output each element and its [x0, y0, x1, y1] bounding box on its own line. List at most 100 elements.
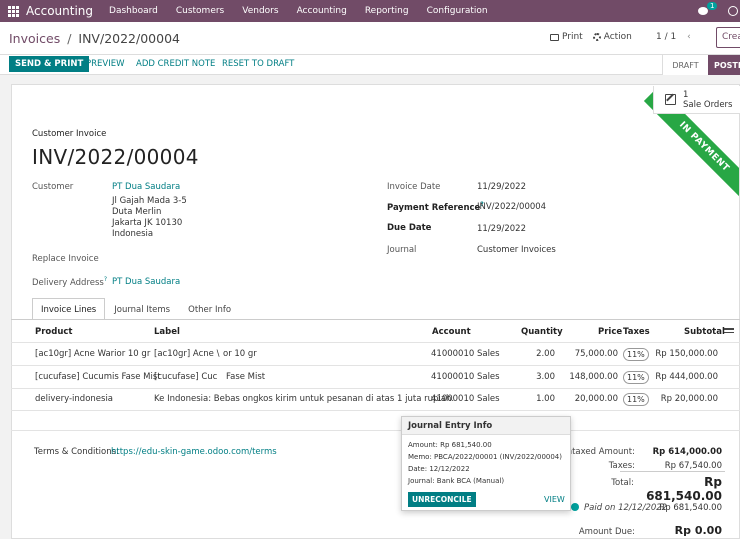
address-line: Indonesia	[112, 229, 154, 239]
terms-label: Terms & Conditions:	[34, 447, 119, 457]
row-divider	[11, 365, 740, 366]
breadcrumb: Invoices / INV/2022/00004	[9, 31, 180, 46]
menu-accounting[interactable]: Accounting	[297, 6, 347, 16]
delivery-address-label: Delivery Address?	[32, 276, 108, 288]
cell-account[interactable]: 41000010 Sales	[431, 394, 500, 404]
sale-orders-label: Sale Orders	[683, 99, 733, 110]
journal-value[interactable]: Customer Invoices	[477, 245, 556, 255]
pencil-icon	[665, 94, 676, 105]
menu-vendors[interactable]: Vendors	[242, 6, 278, 16]
print-label: Print	[562, 32, 583, 42]
send-print-button[interactable]: SEND & PRINT	[9, 56, 90, 72]
app-brand[interactable]: Accounting	[26, 4, 93, 18]
cell-price[interactable]: 20,000.00	[555, 394, 618, 404]
preview-button[interactable]: PREVIEW	[86, 59, 125, 69]
menu-configuration[interactable]: Configuration	[427, 6, 488, 16]
tab-invoice-lines[interactable]: Invoice Lines	[32, 298, 106, 320]
gear-icon	[592, 33, 601, 41]
sale-orders-smart-button[interactable]: 1 Sale Orders	[653, 86, 740, 114]
popover-title: Journal Entry Info	[402, 417, 570, 435]
delivery-address-link[interactable]: PT Dua Saudara	[112, 277, 180, 287]
invoice-date-label: Invoice Date	[387, 182, 441, 192]
breadcrumb-invoices[interactable]: Invoices	[9, 31, 60, 46]
popover-date: Date: 12/12/2022	[408, 465, 470, 473]
header-divider	[11, 342, 740, 343]
menu-reporting[interactable]: Reporting	[365, 6, 409, 16]
activity-clock-icon[interactable]	[728, 6, 738, 16]
apps-menu-icon[interactable]	[4, 0, 22, 22]
notebook-tabs: Invoice Lines Journal Items Other Info	[32, 298, 240, 320]
control-panel: Invoices / INV/2022/00004 Print Action 1…	[0, 22, 740, 55]
cell-subtotal: Rp 444,000.00	[655, 372, 718, 382]
col-label[interactable]: Label	[154, 327, 180, 337]
document-type: Customer Invoice	[32, 129, 107, 139]
action-button[interactable]: Action	[592, 32, 632, 42]
address-line: Jakarta JK 10130	[112, 218, 183, 228]
cell-price[interactable]: 75,000.00	[555, 349, 618, 359]
top-navbar: Accounting Dashboard Customers Vendors A…	[0, 0, 740, 22]
cell-label[interactable]: [ac10gr] Acne \	[154, 349, 219, 359]
cell-label[interactable]: Ke Indonesia: Bebas ongkos kirim untuk p…	[154, 394, 454, 404]
cell-price[interactable]: 148,000.00	[555, 372, 618, 382]
pager-arrows-icon[interactable]: ‹	[687, 32, 691, 42]
payment-reference-value[interactable]: INV/2022/00004	[477, 202, 546, 212]
payment-info-icon[interactable]	[571, 503, 579, 511]
menu-dashboard[interactable]: Dashboard	[109, 6, 158, 16]
cell-account[interactable]: 41000010 Sales	[431, 372, 500, 382]
reset-to-draft-button[interactable]: RESET TO DRAFT	[222, 59, 294, 69]
breadcrumb-current: INV/2022/00004	[78, 31, 180, 46]
cell-quantity[interactable]: 1.00	[510, 394, 555, 404]
footer-divider	[11, 430, 740, 431]
help-icon[interactable]: ?	[104, 276, 107, 283]
cell-product[interactable]: delivery-indonesia	[35, 394, 113, 404]
replace-invoice-label: Replace Invoice	[32, 254, 99, 264]
col-taxes[interactable]: Taxes	[623, 327, 650, 337]
row-divider	[11, 388, 740, 389]
terms-link[interactable]: https://edu-skin-game.odoo.com/terms	[111, 447, 277, 457]
popover-journal: Journal: Bank BCA (Manual)	[408, 477, 505, 485]
col-subtotal[interactable]: Subtotal	[684, 327, 725, 337]
menu-customers[interactable]: Customers	[176, 6, 224, 16]
col-product[interactable]: Product	[35, 327, 73, 337]
chat-icon[interactable]: 1	[698, 2, 718, 17]
cell-label-rest: Fase Mist	[226, 372, 266, 382]
due-date-value[interactable]: 11/29/2022	[477, 224, 526, 234]
col-quantity[interactable]: Quantity	[521, 327, 563, 337]
printer-icon	[550, 33, 559, 41]
view-button[interactable]: VIEW	[544, 495, 565, 504]
col-price[interactable]: Price	[598, 327, 622, 337]
cell-product[interactable]: [cucufase] Cucumis Fase Mist	[35, 372, 161, 382]
cell-quantity[interactable]: 3.00	[510, 372, 555, 382]
popover-memo: Memo: PBCA/2022/00001 (INV/2022/00004)	[408, 453, 562, 461]
add-credit-note-button[interactable]: ADD CREDIT NOTE	[136, 59, 215, 69]
pager-value: 1 / 1	[656, 32, 677, 42]
col-account[interactable]: Account	[432, 327, 471, 337]
tab-other-info[interactable]: Other Info	[179, 298, 240, 320]
invoice-date-value[interactable]: 11/29/2022	[477, 182, 526, 192]
cell-quantity[interactable]: 2.00	[510, 349, 555, 359]
column-settings-icon[interactable]	[724, 328, 734, 336]
due-date-label: Due Date	[387, 223, 432, 233]
journal-label: Journal	[387, 245, 417, 255]
create-button[interactable]: Crea	[716, 27, 740, 48]
breadcrumb-separator: /	[67, 31, 72, 46]
print-button[interactable]: Print	[550, 32, 583, 42]
unreconcile-button[interactable]: UNRECONCILE	[408, 492, 476, 507]
cell-product[interactable]: [ac10gr] Acne Warior 10 gr	[35, 349, 150, 359]
customer-link[interactable]: PT Dua Saudara	[112, 182, 180, 192]
tab-journal-items[interactable]: Journal Items	[105, 298, 179, 320]
row-divider	[11, 410, 740, 411]
cell-account[interactable]: 41000010 Sales	[431, 349, 500, 359]
cell-label-rest: or 10 gr	[223, 349, 257, 359]
invoice-number: INV/2022/00004	[32, 145, 199, 169]
taxes-value: Rp 67,540.00	[664, 461, 722, 471]
untaxed-amount-value: Rp 614,000.00	[652, 447, 722, 457]
customer-label: Customer	[32, 182, 74, 192]
form-statusbar: SEND & PRINT PREVIEW ADD CREDIT NOTE RES…	[0, 55, 740, 75]
cell-subtotal: Rp 20,000.00	[660, 394, 718, 404]
cell-label[interactable]: [cucufase] Cuc	[154, 372, 217, 382]
stage-posted: POSTED	[708, 55, 740, 75]
stage-draft[interactable]: DRAFT	[662, 55, 708, 75]
cell-subtotal: Rp 150,000.00	[655, 349, 718, 359]
pager[interactable]: 1 / 1 ‹	[656, 32, 691, 42]
